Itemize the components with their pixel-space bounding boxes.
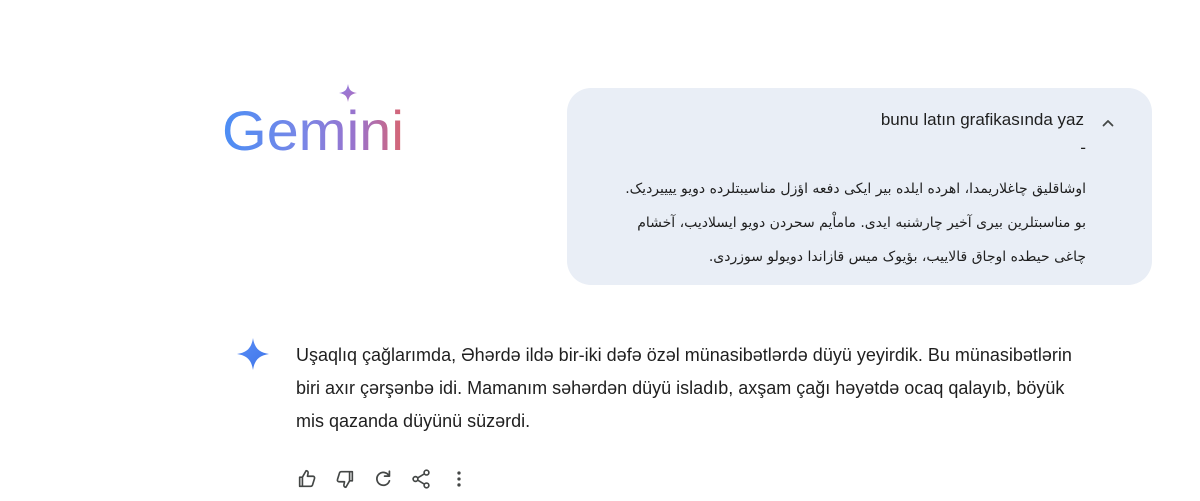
thumbs-down-icon: [336, 470, 354, 489]
gemini-sparkle-icon: [236, 337, 270, 371]
response-line: Uşaqlıq çağlarımda, Əhərdə ildə bir-iki …: [296, 345, 1072, 365]
gemini-chat-page: Gemini bunu latın grafikasında yaz - اوش…: [0, 0, 1200, 501]
arabic-line: چاغی حیطده اوجاق قالاییب، بؤیوک میس قازا…: [708, 249, 1086, 265]
arabic-line: بو مناسبتلرین بیری آخیر چارشنبه ایدی. ما…: [637, 215, 1086, 231]
regenerate-button[interactable]: [370, 466, 396, 492]
thumbs-up-button[interactable]: [294, 466, 320, 492]
regenerate-icon: [376, 470, 391, 487]
response-text: Uşaqlıq çağlarımda, Əhərdə ildə bir-iki …: [296, 339, 1156, 438]
arabic-line: اوشاقلیق چاغلاریمدا، اهرده ایلده بیر ایک…: [625, 181, 1086, 197]
prompt-text: bunu latın grafikasında yaz: [880, 110, 1084, 129]
gemini-logo: Gemini: [222, 84, 412, 164]
chevron-up-icon: [1102, 120, 1114, 127]
response-line: mis qazanda düyünü süzərdi.: [296, 411, 531, 431]
thumbs-down-button[interactable]: [332, 466, 358, 492]
prompt-dash: -: [1080, 138, 1086, 157]
logo-text: Gemini: [222, 99, 404, 162]
thumbs-up-icon: [298, 469, 316, 488]
response-actions: [294, 466, 472, 492]
user-prompt-card: bunu latın grafikasında yaz - اوشاقلیق چ…: [567, 88, 1152, 285]
share-icon: [412, 469, 430, 489]
share-button[interactable]: [408, 466, 434, 492]
collapse-button[interactable]: [1098, 113, 1118, 133]
more-options-icon: [457, 471, 461, 487]
prompt-arabic-text: اوشاقلیق چاغلاریمدا، اهرده ایلده بیر ایک…: [616, 172, 1086, 274]
more-options-button[interactable]: [446, 466, 472, 492]
response-line: biri axır çərşənbə idi. Mamanım səhərdən…: [296, 378, 1065, 398]
